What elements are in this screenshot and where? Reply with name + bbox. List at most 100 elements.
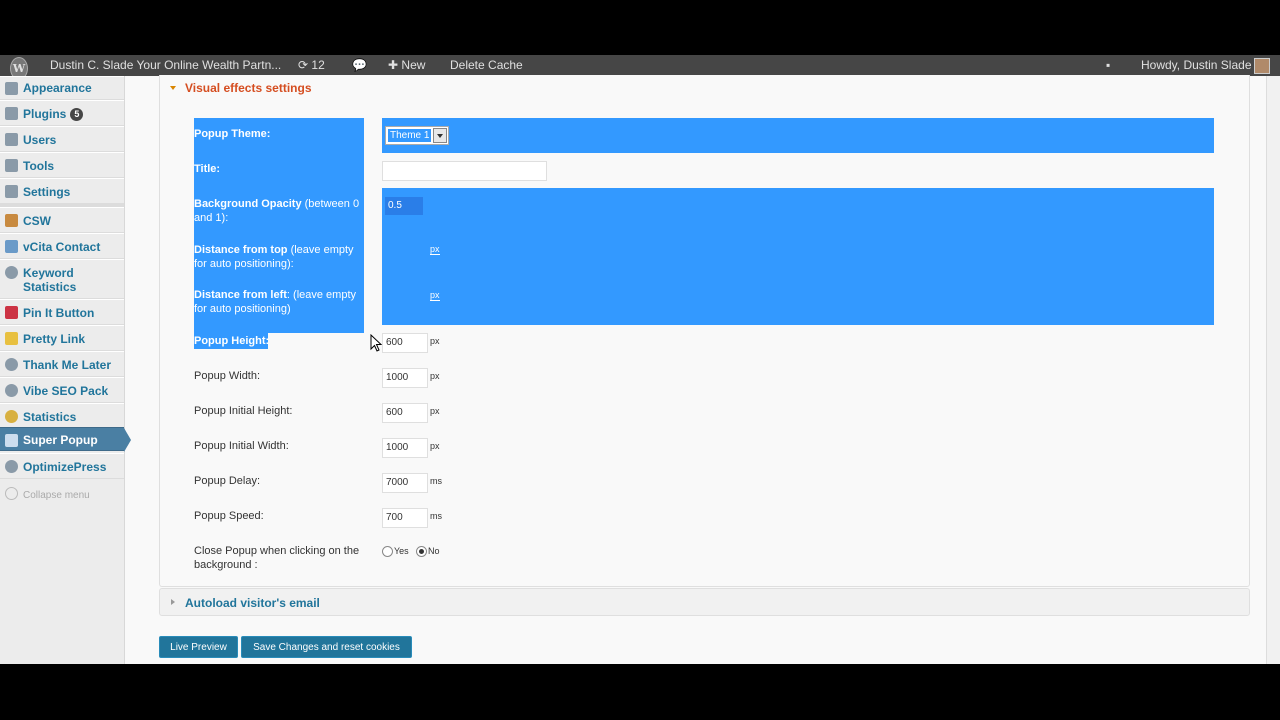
gear-icon [5,358,18,371]
refresh-icon: ⟳ [298,58,309,72]
howdy-user-link[interactable]: Howdy, Dustin Slade [1141,55,1252,76]
initial-width-label: Popup Initial Width: [194,440,289,452]
users-icon [5,133,18,146]
no-label: No [428,546,440,556]
sidebar-item-label: Tools [23,159,55,173]
sidebar-item-label: Vibe SEO Pack [23,384,109,398]
gear-icon [5,266,18,279]
px-unit: px [430,441,440,451]
popup-theme-select[interactable]: Theme 1 [385,126,449,145]
gear-icon [5,460,18,473]
gear-icon [5,384,18,397]
chevron-down-icon[interactable] [170,86,176,90]
chevron-down-icon[interactable] [433,128,447,143]
site-name-link[interactable]: Dustin C. Slade Your Online Wealth Partn… [50,55,281,76]
title-input[interactable] [382,161,547,181]
collapse-icon [5,487,18,500]
close-no-radio[interactable] [416,546,427,557]
sidebar-item-label: Statistics [23,410,77,424]
comments-icon[interactable]: 💬 [352,55,367,76]
autoload-email-section[interactable]: Autoload visitor's email [159,588,1250,616]
popup-speed-input[interactable]: 700 [382,508,428,528]
pinterest-icon [5,306,18,319]
updates-link[interactable]: ⟳ 12 [298,55,325,76]
popup-icon [5,434,18,447]
popup-theme-value: Theme 1 [388,129,432,142]
admin-sidebar: Appearance Plugins 5 Users Tools Settings… [0,76,131,664]
selection-highlight [382,188,1214,325]
delete-cache-link[interactable]: Delete Cache [450,55,523,76]
background-opacity-input[interactable]: 0.5 [384,196,424,216]
sidebar-item-statistics[interactable]: Statistics [0,403,124,429]
star-icon [5,332,18,345]
sidebar-item-plugins[interactable]: Plugins 5 [0,100,124,126]
sidebar-item-label: Users [23,133,57,147]
right-edge-panel [1266,76,1280,664]
save-changes-button[interactable]: Save Changes and reset cookies [241,636,412,658]
live-preview-button[interactable]: Live Preview [159,636,238,658]
sidebar-item-label: Pretty Link [23,332,86,346]
collapse-menu-button[interactable]: Collapse menu [5,487,90,501]
popup-delay-input[interactable]: 7000 [382,473,428,493]
mouse-cursor-icon [370,334,382,352]
sidebar-item-pretty-link[interactable]: Pretty Link [0,325,124,351]
sidebar-item-label: Thank Me Later [23,358,112,372]
settings-icon [5,185,18,198]
background-opacity-label: Background Opacity (between 0 and 1): [194,198,360,224]
popup-height-label: Popup Height: [194,335,270,347]
avatar[interactable] [1254,58,1270,74]
sidebar-item-vibe-seo[interactable]: Vibe SEO Pack [0,377,124,403]
section-title[interactable]: Visual effects settings [185,81,312,95]
sidebar-item-thank-me-later[interactable]: Thank Me Later [0,351,124,377]
sidebar-item-csw[interactable]: CSW [0,207,124,233]
popup-width-input[interactable]: 1000 [382,368,428,388]
sidebar-item-pin-it[interactable]: Pin It Button [0,299,124,325]
plus-icon: ✚ [388,58,399,72]
plugins-icon [5,107,18,120]
yes-label: Yes [394,546,409,556]
close-yes-radio[interactable] [382,546,393,557]
popup-height-input[interactable]: 600 [382,333,428,353]
close-popup-label: Close Popup when clicking on the backgro… [194,545,360,571]
sidebar-item-super-popup[interactable]: Super Popup [0,427,131,452]
sidebar-item-appearance[interactable]: Appearance [0,76,124,100]
sidebar-item-label: Settings [23,185,71,199]
new-label: New [401,58,426,72]
sidebar-item-settings[interactable]: Settings [0,178,124,204]
distance-left-label: Distance from left: (leave empty for aut… [194,289,357,315]
sidebar-item-optimizepress[interactable]: OptimizePress [0,453,124,479]
wp-admin-screen: W Dustin C. Slade Your Online Wealth Par… [0,55,1280,664]
sidebar-item-label: CSW [23,214,51,228]
tools-icon [5,159,18,172]
distance-top-input[interactable] [384,241,424,261]
px-unit: px [430,244,440,255]
initial-width-input[interactable]: 1000 [382,438,428,458]
px-unit: px [430,336,440,346]
sidebar-item-label: Appearance [23,81,92,95]
notification-icon[interactable]: ▪ [1106,55,1110,76]
initial-height-label: Popup Initial Height: [194,405,293,417]
sidebar-item-tools[interactable]: Tools [0,152,124,178]
update-count-badge: 5 [70,108,84,121]
initial-height-input[interactable]: 600 [382,403,428,423]
sidebar-item-vcita[interactable]: vCita Contact [0,233,124,259]
ms-unit: ms [430,476,442,486]
sidebar-item-label: Plugins [23,107,67,121]
title-label: Title: [194,163,221,175]
updates-count: 12 [311,58,325,72]
sidebar-item-users[interactable]: Users [0,126,124,152]
collapse-label: Collapse menu [23,490,90,501]
popup-theme-label: Popup Theme: [194,128,271,140]
distance-top-label: Distance from top (leave empty for auto … [194,244,354,270]
admin-bar: W Dustin C. Slade Your Online Wealth Par… [0,55,1280,80]
popup-delay-label: Popup Delay: [194,475,261,487]
sidebar-item-label: Super Popup [23,433,98,447]
px-unit: px [430,406,440,416]
distance-left-input[interactable] [384,286,424,306]
selection-highlight [382,118,1214,153]
sidebar-item-keyword-statistics[interactable]: Keyword Statistics [0,259,124,299]
sidebar-item-label: Keyword Statistics [23,266,77,294]
popup-width-label: Popup Width: [194,370,261,382]
new-content-link[interactable]: ✚ New [388,55,425,76]
sidebar-item-label: Pin It Button [23,306,95,320]
